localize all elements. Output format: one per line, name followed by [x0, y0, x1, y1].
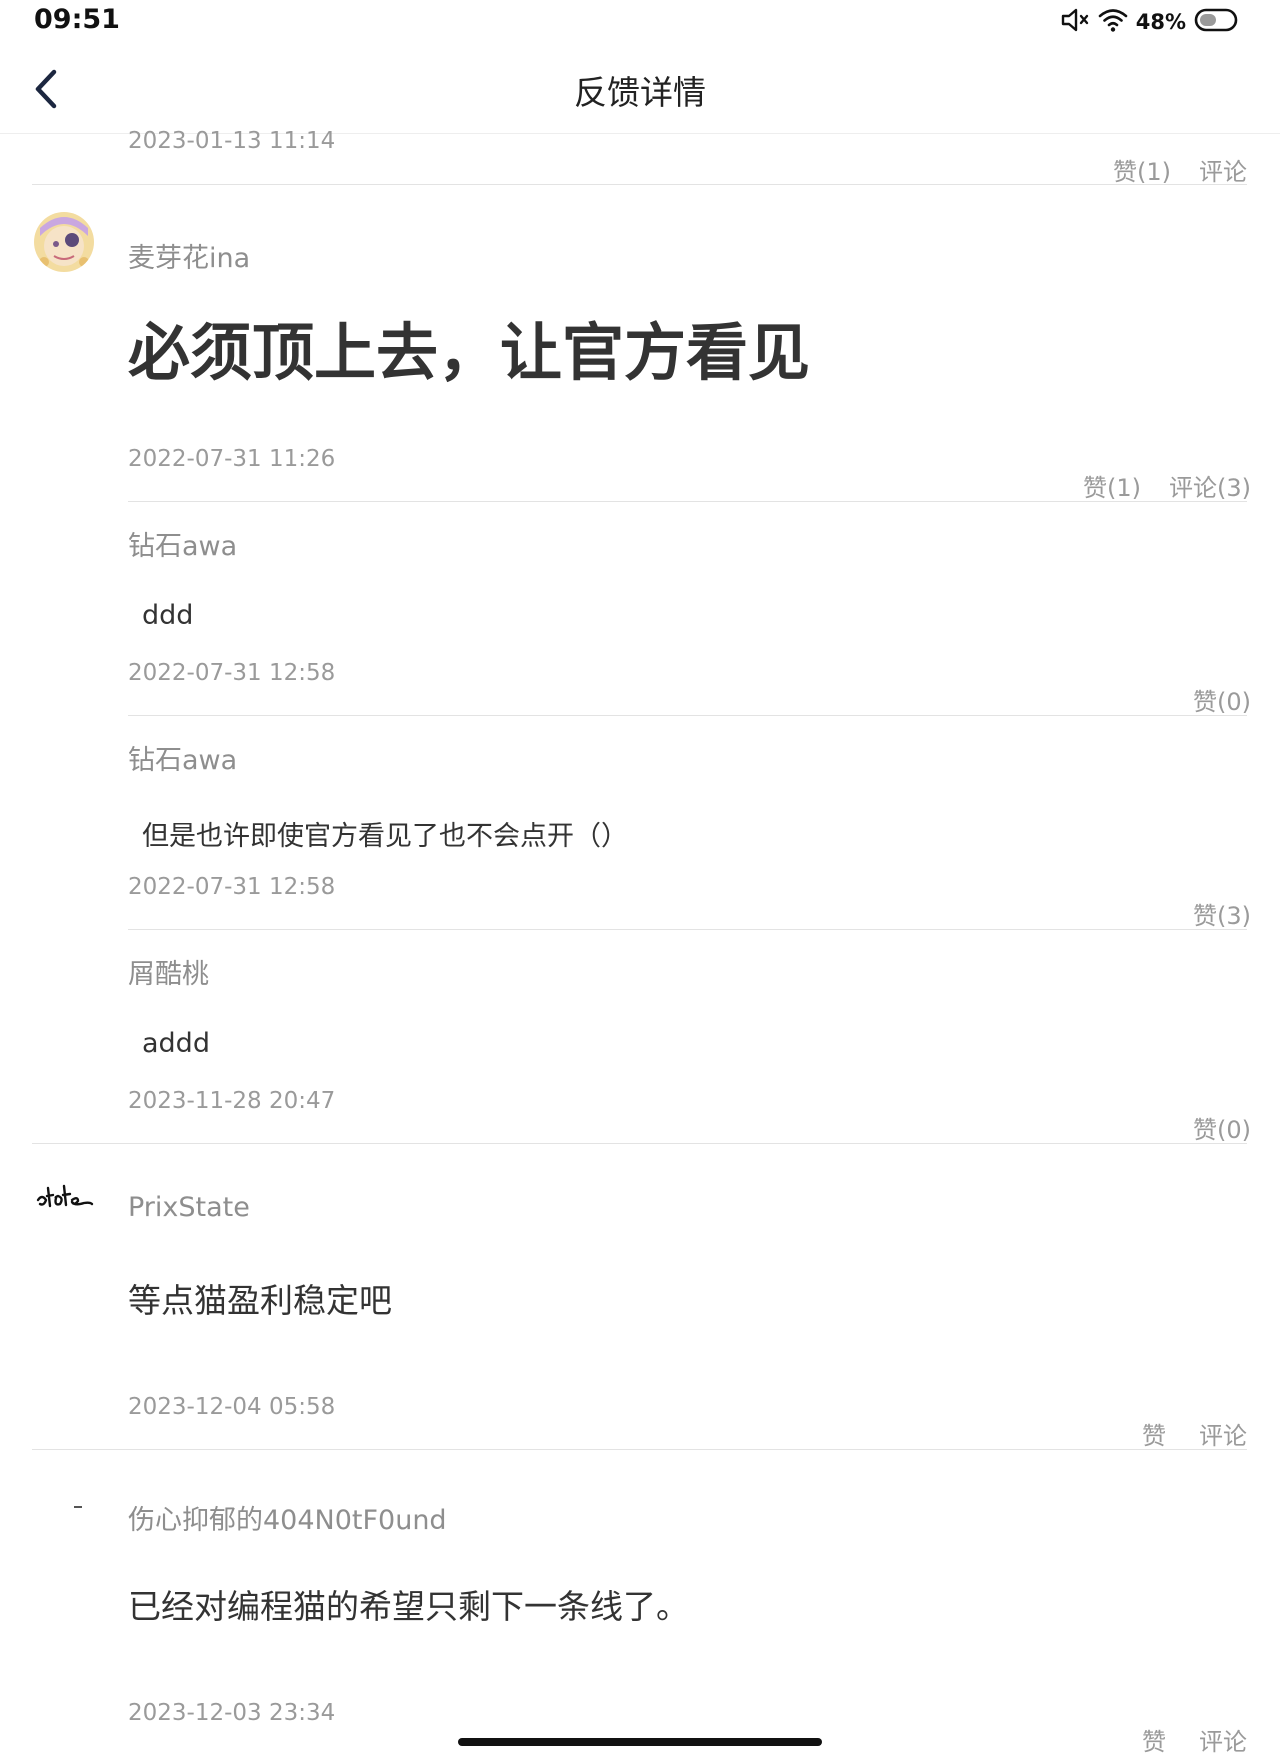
status-time: 09:51: [34, 4, 120, 35]
comment-button[interactable]: 评论: [1199, 1416, 1247, 1451]
reply-body: 但是也许即使官方看见了也不会点开（）: [142, 821, 628, 852]
comment-body: 等点猫盈利稳定吧: [128, 1281, 392, 1320]
divider: [128, 715, 1247, 716]
reply-date: 2022-07-31 12:58: [128, 660, 336, 686]
avatar[interactable]: [34, 1480, 94, 1540]
status-bar: 09:51 48%: [0, 0, 1280, 44]
comment-username[interactable]: 伤心抑郁的404N0tF0und: [128, 1498, 447, 1537]
reply-body: addd: [142, 1028, 210, 1059]
home-indicator[interactable]: [458, 1738, 822, 1746]
like-button[interactable]: 赞(3): [1193, 896, 1251, 931]
reply-username[interactable]: 屑酷桃: [128, 952, 209, 991]
reply-date: 2022-07-31 12:58: [128, 874, 336, 900]
battery-percent: 48%: [1135, 10, 1186, 34]
comment-button[interactable]: 评论(3): [1169, 468, 1251, 503]
like-button[interactable]: 赞(0): [1193, 682, 1251, 717]
status-icons: 48%: [1060, 6, 1240, 38]
divider: [32, 184, 1247, 185]
divider: [32, 1449, 1247, 1450]
page-title: 反馈详情: [574, 73, 706, 112]
like-button[interactable]: 赞: [1142, 1416, 1166, 1451]
comment-date: 2022-07-31 11:26: [128, 446, 336, 472]
comment-button[interactable]: 评论: [1199, 152, 1247, 187]
comment-date: 2023-01-13 11:14: [128, 128, 336, 154]
nav-bar: 反馈详情: [0, 44, 1280, 134]
like-button[interactable]: 赞(1): [1083, 468, 1141, 503]
comment-body: 必须顶上去，让官方看见: [128, 316, 811, 389]
reply-date: 2023-11-28 20:47: [128, 1088, 336, 1114]
comment-date: 2023-12-03 23:34: [128, 1700, 336, 1726]
avatar[interactable]: [34, 212, 94, 272]
like-button[interactable]: 赞(1): [1113, 152, 1171, 187]
divider: [32, 1143, 1247, 1144]
reply-username[interactable]: 钻石awa: [128, 524, 237, 563]
reply-username[interactable]: 钻石awa: [128, 738, 237, 777]
like-button[interactable]: 赞(0): [1193, 1110, 1251, 1145]
comment-username[interactable]: PrixState: [128, 1192, 250, 1223]
divider: [128, 929, 1247, 930]
reply-body: ddd: [142, 600, 194, 631]
mute-icon: [1060, 6, 1090, 38]
comment-date: 2023-12-04 05:58: [128, 1394, 336, 1420]
avatar[interactable]: [34, 1176, 98, 1216]
battery-icon: [1194, 7, 1240, 37]
comment-username[interactable]: 麦芽花ina: [128, 236, 250, 275]
divider: [128, 501, 1247, 502]
comment-body: 已经对编程猫的希望只剩下一条线了。: [128, 1587, 689, 1626]
wifi-icon: [1098, 7, 1128, 37]
